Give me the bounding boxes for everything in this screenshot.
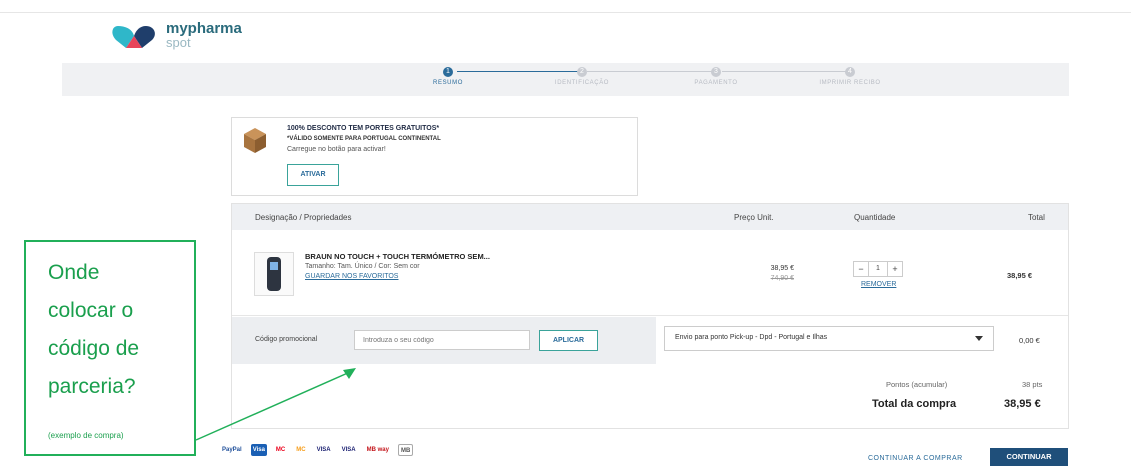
order-total-value: 38,95 € <box>1004 398 1041 410</box>
mastercard-icon: MC <box>275 447 286 453</box>
step-number: 2 <box>577 67 587 77</box>
chevron-down-icon <box>975 336 983 341</box>
step-pagamento: 3 PAGAMENTO <box>656 67 776 86</box>
step-label: RESUMO <box>433 80 463 86</box>
shipping-selected-option: Envio para ponto Pick-up - Dpd - Portuga… <box>675 334 828 341</box>
points-value: 38 pts <box>1022 380 1043 389</box>
shipping-select[interactable]: Envio para ponto Pick-up - Dpd - Portuga… <box>664 326 994 351</box>
visa-icon: VISA <box>316 447 331 453</box>
top-divider <box>0 12 1131 13</box>
step-resumo: 1 RESUMO <box>388 67 508 86</box>
cart-table: Designação / Propriedades Preço Unit. Qu… <box>231 203 1069 429</box>
step-identificacao: 2 IDENTIFICAÇÃO <box>522 67 642 86</box>
promo-hint: Carregue no botão para activar! <box>287 146 386 153</box>
header-total: Total <box>1028 213 1045 222</box>
annotation-line: parceria? <box>48 375 136 398</box>
step-label: IMPRIMIR RECIBO <box>819 80 881 86</box>
promo-code-label: Código promocional <box>255 336 318 343</box>
annotation-question: Onde colocar o código de parceria? <box>48 254 139 406</box>
step-label: PAGAMENTO <box>694 80 738 86</box>
increase-quantity-button[interactable]: + <box>887 261 903 277</box>
promo-code-input[interactable] <box>354 330 530 350</box>
order-total-label: Total da compra <box>872 398 957 410</box>
logo-text-main: mypharma <box>166 20 242 37</box>
heart-logo-icon <box>110 22 158 50</box>
package-box-icon <box>242 126 268 154</box>
free-shipping-promo: 100% DESCONTO TEM PORTES GRATUITOS* *VÁL… <box>231 117 638 196</box>
step-imprimir-recibo: 4 IMPRIMIR RECIBO <box>790 67 910 86</box>
annotation-note: (exemplo de compra) <box>48 431 124 440</box>
cart-item: BRAUN NO TOUCH + TOUCH TERMÓMETRO SEM...… <box>232 230 1068 316</box>
header-unit-price: Preço Unit. <box>734 213 774 222</box>
checkout-steps: 1 RESUMO 2 IDENTIFICAÇÃO 3 PAGAMENTO 4 I… <box>62 63 1069 96</box>
save-favorite-link[interactable]: GUARDAR NOS FAVORITOS <box>305 273 398 280</box>
header-quantity: Quantidade <box>854 213 896 222</box>
visa-card-icon: Visa <box>250 444 267 456</box>
continue-shopping-link[interactable]: CONTINUAR A COMPRAR <box>868 455 963 462</box>
product-properties: Tamanho: Tam. Único / Cor: Sem cor <box>305 263 420 270</box>
apply-promo-button[interactable]: APLICAR <box>539 330 598 351</box>
promo-code-section: Código promocional APLICAR <box>232 317 656 364</box>
quantity-value[interactable]: 1 <box>869 261 887 277</box>
paypal-icon: PayPal <box>222 447 242 453</box>
visa-electron-icon: VISA <box>341 447 356 453</box>
annotation-callout: Onde colocar o código de parceria? (exem… <box>24 240 196 456</box>
mbway-icon: MB way <box>366 447 389 453</box>
line-total: 38,95 € <box>1007 271 1033 280</box>
continue-button[interactable]: CONTINUAR <box>990 448 1068 466</box>
annotation-line: colocar o <box>48 299 134 322</box>
step-number: 4 <box>845 67 855 77</box>
annotation-line: código de <box>48 337 140 360</box>
maestro-icon: MC <box>296 447 306 453</box>
step-number: 1 <box>443 67 453 77</box>
points-label: Pontos (acumular) <box>886 380 948 389</box>
multibanco-icon: MB <box>397 444 414 456</box>
activate-button[interactable]: ATIVAR <box>287 164 339 186</box>
cart-header: Designação / Propriedades Preço Unit. Qu… <box>232 204 1068 230</box>
old-price: 74,90 € <box>770 275 794 282</box>
step-label: IDENTIFICAÇÃO <box>554 80 610 86</box>
quantity-stepper: − 1 + <box>853 261 903 277</box>
remove-item-link[interactable]: REMOVER <box>861 281 896 288</box>
product-thumbnail[interactable] <box>254 252 294 296</box>
logo-text-sub: spot <box>166 35 191 50</box>
promo-subtitle: *VÁLIDO SOMENTE PARA PORTUGAL CONTINENTA… <box>287 136 441 142</box>
promo-title: 100% DESCONTO TEM PORTES GRATUITOS* <box>287 125 440 132</box>
decrease-quantity-button[interactable]: − <box>853 261 869 277</box>
product-name[interactable]: BRAUN NO TOUCH + TOUCH TERMÓMETRO SEM... <box>305 252 490 261</box>
shipping-cost: 0,00 € <box>1019 336 1040 345</box>
payment-methods: PayPal Visa MC MC VISA VISA MB way MB <box>220 444 414 456</box>
step-number: 3 <box>711 67 721 77</box>
unit-price: 38,95 € <box>770 265 794 272</box>
header-name: Designação / Propriedades <box>255 213 352 222</box>
annotation-line: Onde <box>48 261 100 284</box>
logo[interactable]: mypharma spot <box>110 20 242 50</box>
